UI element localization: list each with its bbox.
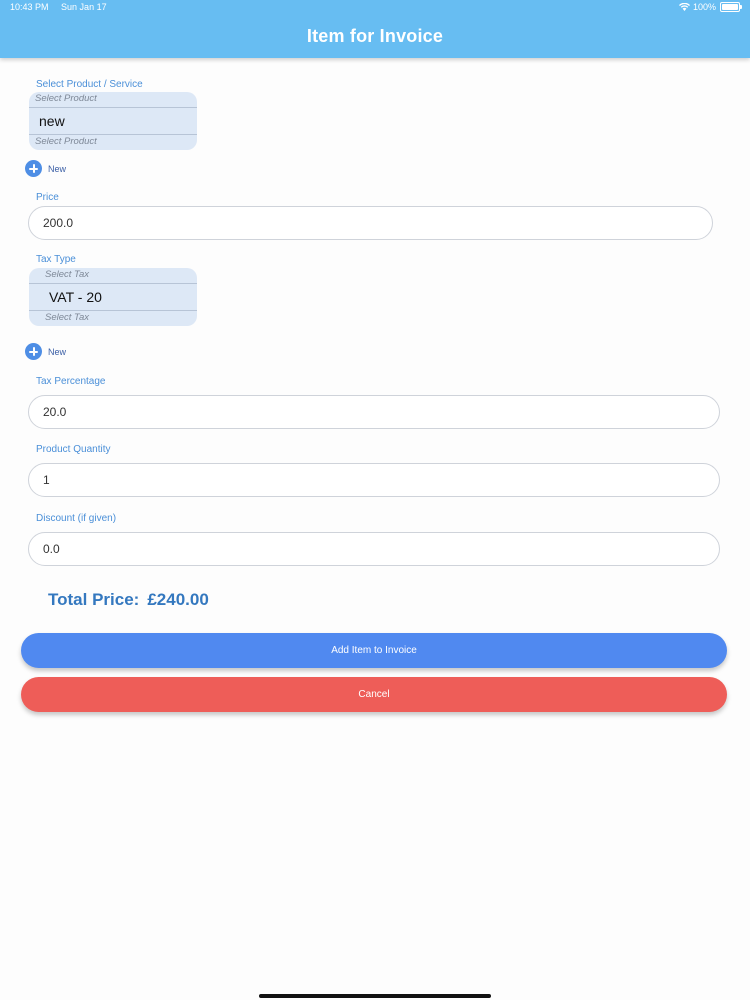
- quantity-input[interactable]: 1: [28, 463, 720, 497]
- new-product-label: New: [48, 163, 67, 174]
- home-indicator: [259, 994, 491, 998]
- tax-type-picker[interactable]: Select Tax VAT - 20 Select Tax: [29, 268, 197, 326]
- picker-divider: [29, 134, 197, 135]
- product-picker-selected: new: [39, 113, 65, 129]
- plus-circle-icon: [25, 343, 42, 360]
- status-time: 10:43 PM: [10, 2, 49, 12]
- tax-percentage-input[interactable]: 20.0: [28, 395, 720, 429]
- tax-type-label: Tax Type: [36, 254, 76, 265]
- product-picker-option-below: Select Product: [35, 136, 97, 147]
- status-date: Sun Jan 17: [61, 2, 107, 12]
- plus-circle-icon: [25, 160, 42, 177]
- add-item-button[interactable]: Add Item to Invoice: [21, 633, 727, 668]
- battery-icon: [720, 2, 742, 12]
- status-bar: 10:43 PM Sun Jan 17 100%: [0, 0, 750, 14]
- new-tax-button[interactable]: New: [25, 343, 66, 360]
- wifi-icon: [678, 3, 690, 11]
- tax-picker-option-above: Select Tax: [45, 269, 90, 280]
- total-price: Total Price: £240.00: [48, 590, 209, 610]
- tax-percentage-label: Tax Percentage: [36, 376, 106, 387]
- page-title: Item for Invoice: [306, 26, 444, 46]
- battery-percentage: 100%: [692, 2, 716, 12]
- picker-divider: [29, 107, 197, 108]
- tax-type-picker-selected: VAT - 20: [49, 289, 102, 305]
- new-tax-label: New: [48, 346, 67, 357]
- total-price-amount: £240.00: [147, 590, 209, 609]
- tax-picker-option-below: Select Tax: [45, 312, 90, 323]
- app-header: 10:43 PM Sun Jan 17 100% Item for Invoic…: [0, 0, 750, 58]
- cancel-button[interactable]: Cancel: [21, 677, 727, 712]
- price-label: Price: [36, 192, 59, 203]
- discount-label: Discount (if given): [36, 513, 117, 524]
- quantity-label: Product Quantity: [36, 444, 111, 455]
- total-price-label: Total Price:: [48, 590, 140, 609]
- new-product-button[interactable]: New: [25, 160, 66, 177]
- product-picker[interactable]: Select Product new Select Product: [29, 92, 197, 150]
- discount-input[interactable]: 0.0: [28, 532, 720, 566]
- price-input[interactable]: 200.0: [28, 206, 713, 240]
- product-label: Select Product / Service: [36, 79, 143, 90]
- product-picker-option-above: Select Product: [35, 93, 97, 104]
- picker-divider: [29, 283, 197, 284]
- picker-divider: [29, 310, 197, 311]
